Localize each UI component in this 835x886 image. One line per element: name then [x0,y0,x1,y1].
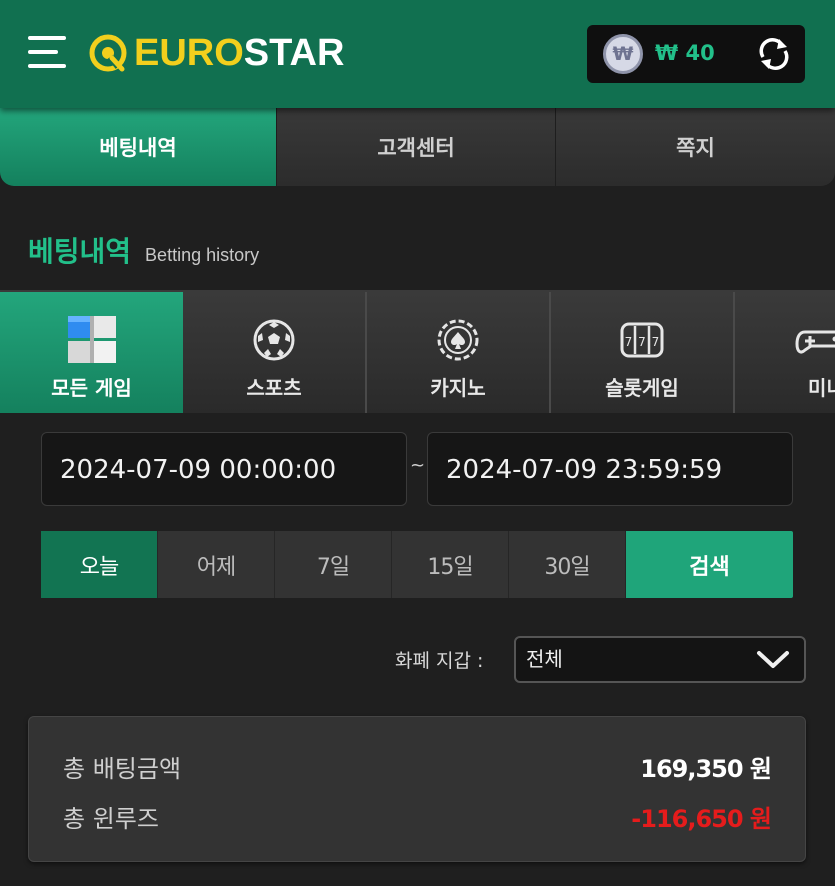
logo-mark-icon [89,34,127,72]
total-winlose-value: -116,650 원 [631,805,772,833]
category-label: 슬롯게임 [605,376,679,400]
category-label: 미니 [808,376,835,400]
period-7days-button[interactable]: 7일 [275,531,392,598]
category-casino[interactable]: 카지노 [367,292,551,413]
svg-text:7: 7 [638,335,646,349]
logo[interactable]: EUROSTAR [88,30,344,76]
balance-amount: ₩ 40 [655,41,715,65]
page-title-korean: 베팅내역 [28,235,132,268]
tab-messages[interactable]: 쪽지 [556,108,835,186]
summary-row-total-winlose: 총 윈루즈 -116,650 원 [63,799,772,834]
tab-betting-history[interactable]: 베팅내역 [0,108,277,186]
category-all-games[interactable]: 모든 게임 [0,292,183,413]
casino-chip-icon [437,319,479,361]
svg-text:7: 7 [652,335,660,349]
chevron-down-icon [757,651,789,668]
page-title-english: Betting history [145,245,260,265]
page-title: 베팅내역 Betting history [28,230,259,270]
total-bet-value: 169,350 원 [640,755,772,783]
category-label: 카지노 [430,376,486,400]
app-header: EUROSTAR ₩ ₩ 40 [0,0,835,108]
period-filter: 오늘 어제 7일 15일 30일 검색 [41,531,793,598]
top-tabs: 베팅내역 고객센터 쪽지 [0,108,835,186]
slot-machine-icon: 7 7 7 [620,322,664,358]
total-winlose-label: 총 윈루즈 [63,805,159,833]
date-from-input[interactable]: 2024-07-09 00:00:00 [41,432,407,506]
date-separator: ~ [410,455,426,476]
menu-icon[interactable] [28,34,68,72]
wallet-filter-select[interactable]: 전체 [514,636,806,683]
summary-row-total-bet: 총 배팅금액 169,350 원 [63,749,772,784]
wallet-balance-box: ₩ ₩ 40 [587,25,805,83]
wallet-filter-value: 전체 [526,647,563,671]
period-yesterday-button[interactable]: 어제 [158,531,275,598]
period-30days-button[interactable]: 30일 [509,531,626,598]
period-15days-button[interactable]: 15일 [392,531,509,598]
logo-text: EUROSTAR [134,32,345,74]
tab-customer-center[interactable]: 고객센터 [277,108,556,186]
period-today-button[interactable]: 오늘 [41,531,158,598]
soccer-ball-icon [253,319,295,361]
all-games-icon [67,316,116,363]
category-slot-games[interactable]: 7 7 7 슬롯게임 [551,292,735,413]
game-category-bar: 모든 게임 스포츠 카지노 7 7 7 슬롯게임 미 [0,290,835,413]
category-label: 스포츠 [246,376,302,400]
date-to-input[interactable]: 2024-07-09 23:59:59 [427,432,793,506]
won-coin-icon: ₩ [603,34,643,74]
category-label: 모든 게임 [51,376,132,400]
total-bet-label: 총 배팅금액 [63,755,182,783]
svg-text:7: 7 [625,335,633,349]
wallet-filter-label: 화폐 지갑 : [395,650,484,672]
betting-summary-card: 총 배팅금액 169,350 원 총 윈루즈 -116,650 원 [28,716,806,862]
refresh-icon[interactable] [755,35,793,73]
search-button[interactable]: 검색 [626,531,793,598]
category-mini[interactable]: 미니 [735,292,835,413]
category-sports[interactable]: 스포츠 [183,292,367,413]
gamepad-icon [795,330,835,354]
